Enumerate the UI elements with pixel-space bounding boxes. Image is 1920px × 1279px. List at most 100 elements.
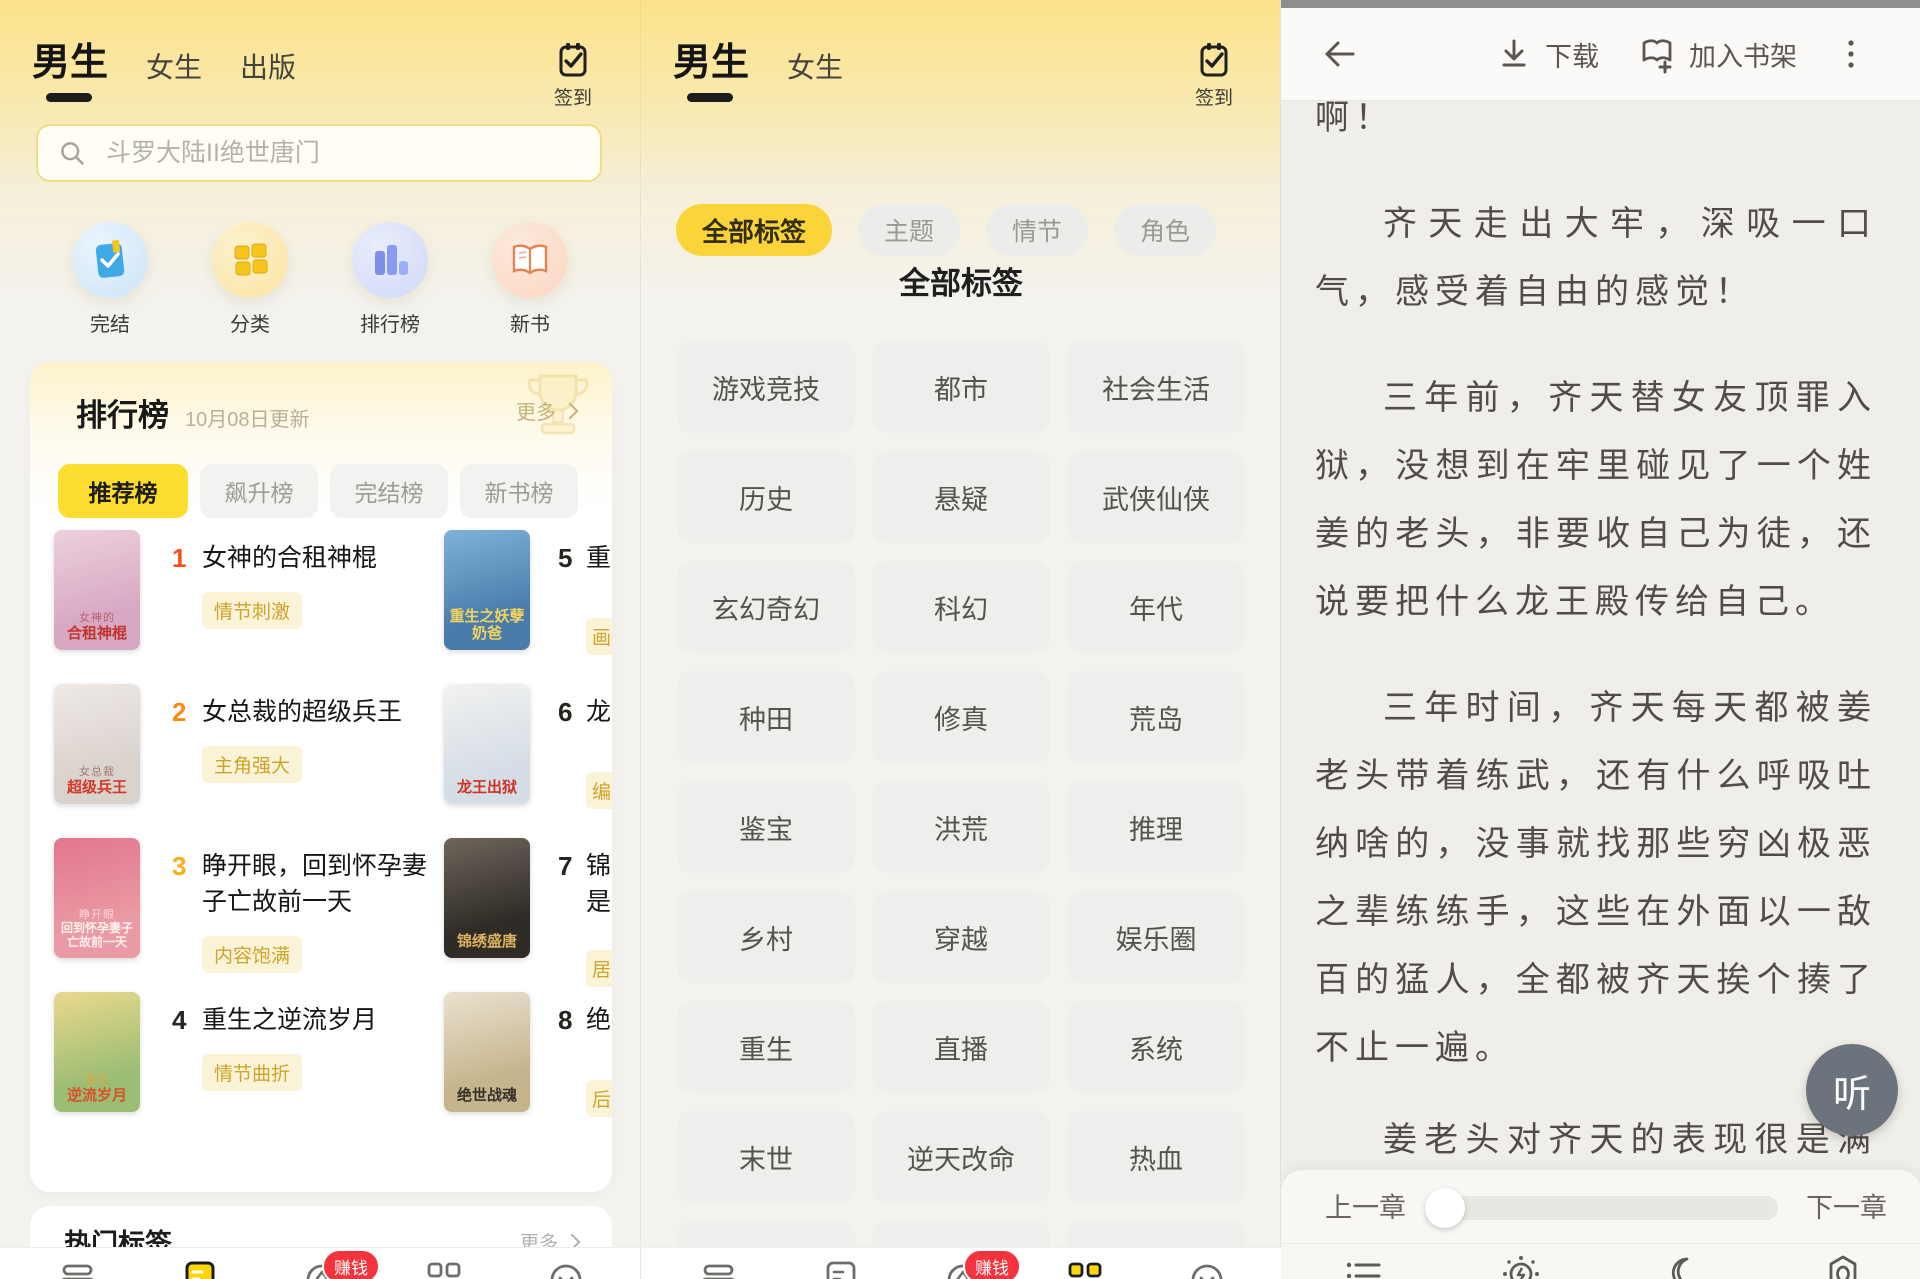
- listen-button[interactable]: 听: [1806, 1044, 1898, 1136]
- ranking-tab-rising[interactable]: 飙升榜: [200, 464, 318, 518]
- book-row[interactable]: 绝世战魂 8 绝 后: [30, 992, 612, 1144]
- category-grid-icon: [422, 1257, 466, 1279]
- toc-button[interactable]: [1341, 1252, 1385, 1279]
- tag-cell[interactable]: 推理: [1067, 781, 1245, 873]
- category-cubes-icon: [227, 237, 273, 283]
- book-rank: 7: [558, 848, 588, 884]
- tag-cell[interactable]: 社会生活: [1067, 341, 1245, 433]
- bookshelf-icon: [56, 1257, 100, 1279]
- tag-cell[interactable]: 荒岛: [1067, 671, 1245, 763]
- tag-cell[interactable]: 种田: [677, 671, 855, 763]
- divider: [1281, 1243, 1920, 1244]
- night-mode-button[interactable]: [1659, 1252, 1703, 1279]
- book-row[interactable]: 重生之妖孽奶爸 5 重 画: [30, 530, 612, 682]
- tag-cell[interactable]: 年代: [1067, 561, 1245, 653]
- book-cover: 龙王出狱: [444, 684, 530, 804]
- category-grid-icon: [1063, 1257, 1107, 1279]
- slider-thumb[interactable]: [1425, 1188, 1465, 1228]
- tab-publish[interactable]: 出版: [240, 54, 296, 86]
- tab-female[interactable]: 女生: [146, 54, 202, 86]
- tag-cell[interactable]: 悬疑: [872, 451, 1050, 543]
- active-tab-underline: [687, 93, 733, 102]
- prev-chapter-button[interactable]: 上一章: [1325, 1186, 1406, 1225]
- tag-cell[interactable]: 重生: [677, 1001, 855, 1093]
- finished-book-icon: [87, 237, 133, 283]
- paragraph: 啊！: [1315, 84, 1877, 152]
- ranking-more-link[interactable]: 更多: [516, 396, 576, 425]
- tag-cell[interactable]: 逆天改命: [872, 1111, 1050, 1203]
- search-bar[interactable]: [36, 124, 602, 182]
- tag-cell[interactable]: 穿越: [872, 891, 1050, 983]
- tag-cell[interactable]: 洪荒: [872, 781, 1050, 873]
- book-row[interactable]: 锦绣盛唐 7 锦是 居: [30, 838, 612, 990]
- nav-bookshelf[interactable]: [697, 1257, 741, 1279]
- bookstore-icon: [178, 1257, 222, 1279]
- nav-bookshelf[interactable]: [56, 1257, 100, 1279]
- brightness-icon: [1499, 1252, 1543, 1279]
- book-row[interactable]: 龙王出狱 6 龙 编: [30, 684, 612, 836]
- all-tags-heading: 全部标签: [641, 258, 1281, 303]
- tab-female[interactable]: 女生: [787, 54, 843, 86]
- filter-all-tags[interactable]: 全部标签: [676, 204, 832, 256]
- nav-category-active[interactable]: [1063, 1257, 1107, 1279]
- ranking-tab-recommend[interactable]: 推荐榜: [58, 464, 188, 518]
- filter-theme[interactable]: 主题: [858, 204, 960, 256]
- tag-cell[interactable]: 热血: [1067, 1111, 1245, 1203]
- table-of-contents-icon: [1341, 1252, 1385, 1279]
- settings-icon: [1821, 1252, 1865, 1279]
- quick-nav-ranking[interactable]: 排行榜: [322, 222, 458, 337]
- tag-cell[interactable]: 玄幻奇幻: [677, 561, 855, 653]
- tag-cell[interactable]: 鉴宝: [677, 781, 855, 873]
- tag-cell[interactable]: 末世: [677, 1111, 855, 1203]
- panel-bookstore-home: 男生 女生 出版 签到: [0, 0, 640, 1279]
- tag-cell[interactable]: 科幻: [872, 561, 1050, 653]
- book-rank: 8: [558, 1002, 588, 1038]
- gender-tabs: 男生 女生 出版: [32, 44, 296, 86]
- tag-cell[interactable]: 都市: [872, 341, 1050, 433]
- tag-cell[interactable]: 娱乐圈: [1067, 891, 1245, 983]
- status-bar: [1281, 0, 1920, 8]
- checkin-button[interactable]: 签到: [544, 40, 602, 110]
- book-rank: 6: [558, 694, 588, 730]
- bottom-nav: 赚钱: [0, 1247, 640, 1279]
- settings-button[interactable]: [1821, 1252, 1865, 1279]
- chevron-right-icon: [562, 402, 579, 419]
- tag-cell[interactable]: 乡村: [677, 891, 855, 983]
- tag-cell[interactable]: 直播: [872, 1001, 1050, 1093]
- quick-nav-category[interactable]: 分类: [182, 222, 318, 337]
- nav-mine[interactable]: [544, 1257, 588, 1279]
- app-screenshot: 男生 女生 出版 签到: [0, 0, 1920, 1279]
- next-chapter-button[interactable]: 下一章: [1806, 1186, 1887, 1225]
- tag-cell[interactable]: 武侠仙侠: [1067, 451, 1245, 543]
- nav-category[interactable]: [422, 1257, 466, 1279]
- tag-cell[interactable]: 游戏竞技: [677, 341, 855, 433]
- filter-plot[interactable]: 情节: [986, 204, 1088, 256]
- ranking-update-date: 10月08日更新: [185, 403, 310, 432]
- ranking-tab-finished[interactable]: 完结榜: [330, 464, 448, 518]
- brightness-button[interactable]: [1499, 1252, 1543, 1279]
- add-to-shelf-icon: [1637, 34, 1677, 74]
- nav-mine[interactable]: [1185, 1257, 1229, 1279]
- quick-nav-finished[interactable]: 完结: [42, 222, 178, 337]
- tag-cell[interactable]: 系统: [1067, 1001, 1245, 1093]
- book-cover: 锦绣盛唐: [444, 838, 530, 958]
- quick-nav-new-books[interactable]: 新书: [462, 222, 598, 337]
- tab-male[interactable]: 男生: [673, 44, 749, 86]
- checkin-button[interactable]: 签到: [1185, 40, 1243, 110]
- panel-tags: 男生 女生 签到 全部标签 主题 情节 角色 全部标签 游戏竞技 都市 社会生活…: [640, 0, 1281, 1279]
- new-book-icon: [507, 237, 553, 283]
- tag-cell[interactable]: 修真: [872, 671, 1050, 763]
- ranking-tab-new[interactable]: 新书榜: [460, 464, 578, 518]
- book-cover: 重生之妖孽奶爸: [444, 530, 530, 650]
- tab-male[interactable]: 男生: [32, 44, 108, 86]
- paragraph: 三年时间，齐天每天都被姜老头带着练武，还有什么呼吸吐纳啥的，没事就找那些穷凶极恶…: [1315, 674, 1877, 1082]
- filter-role[interactable]: 角色: [1114, 204, 1216, 256]
- moon-icon: [1659, 1252, 1703, 1279]
- checkin-label: 签到: [1185, 83, 1243, 110]
- nav-bookstore-active[interactable]: [178, 1257, 222, 1279]
- nav-bookstore[interactable]: [819, 1257, 863, 1279]
- paragraph: 齐天走出大牢，深吸一口气，感受着自由的感觉！: [1315, 190, 1877, 326]
- search-input[interactable]: [104, 138, 538, 169]
- tag-cell[interactable]: 历史: [677, 451, 855, 543]
- progress-slider[interactable]: [1431, 1196, 1778, 1220]
